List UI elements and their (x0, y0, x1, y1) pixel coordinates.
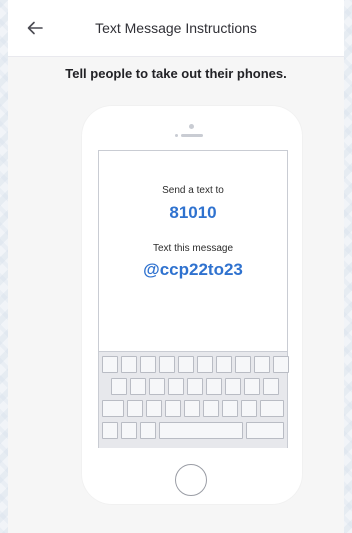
keyboard-key (184, 400, 200, 417)
instructions-panel: Text Message Instructions Tell people to… (8, 0, 344, 533)
send-label: Send a text to (162, 185, 224, 196)
keyboard-key (159, 422, 243, 439)
keyboard-key (168, 378, 184, 395)
keyboard-key (121, 356, 137, 373)
keyboard-key (273, 356, 289, 373)
keyboard-key (121, 422, 137, 439)
header-bar: Text Message Instructions (8, 0, 344, 57)
keyboard-key (127, 400, 143, 417)
keyboard-key (178, 356, 194, 373)
keyboard-illustration (99, 351, 289, 448)
keyboard-key (222, 400, 238, 417)
phone-home-button (175, 464, 207, 496)
phone-illustration: Send a text to 81010 Text this message @… (82, 106, 302, 504)
keyboard-key (244, 378, 260, 395)
page-title: Text Message Instructions (95, 20, 257, 36)
keyboard-key (140, 422, 156, 439)
keyboard-key (260, 400, 284, 417)
message-label: Text this message (152, 243, 234, 254)
text-message-code: @ccp22to23 (143, 260, 243, 279)
keyboard-key (235, 356, 251, 373)
keyboard-key (216, 356, 232, 373)
keyboard-key (102, 356, 118, 373)
keyboard-key (263, 378, 279, 395)
keyboard-key (187, 378, 203, 395)
keyboard-key (102, 400, 124, 417)
keyboard-key (197, 356, 213, 373)
keyboard-key (159, 356, 175, 373)
keyboard-key (254, 356, 270, 373)
keyboard-key (206, 378, 222, 395)
keyboard-key (111, 378, 127, 395)
keyboard-key (140, 356, 156, 373)
instruction-text: Tell people to take out their phones. (65, 66, 287, 81)
keyboard-key (149, 378, 165, 395)
keyboard-key (241, 400, 257, 417)
keyboard-key (165, 400, 181, 417)
text-number: 81010 (169, 203, 217, 222)
keyboard-key (203, 400, 219, 417)
phone-speaker (181, 134, 203, 137)
keyboard-key (225, 378, 241, 395)
phone-sensor (175, 134, 178, 137)
keyboard-key (246, 422, 284, 439)
keyboard-key (146, 400, 162, 417)
keyboard-key (102, 422, 118, 439)
phone-screen: Send a text to 81010 Text this message @… (98, 150, 289, 448)
keyboard-key (130, 378, 146, 395)
phone-camera (189, 124, 194, 129)
